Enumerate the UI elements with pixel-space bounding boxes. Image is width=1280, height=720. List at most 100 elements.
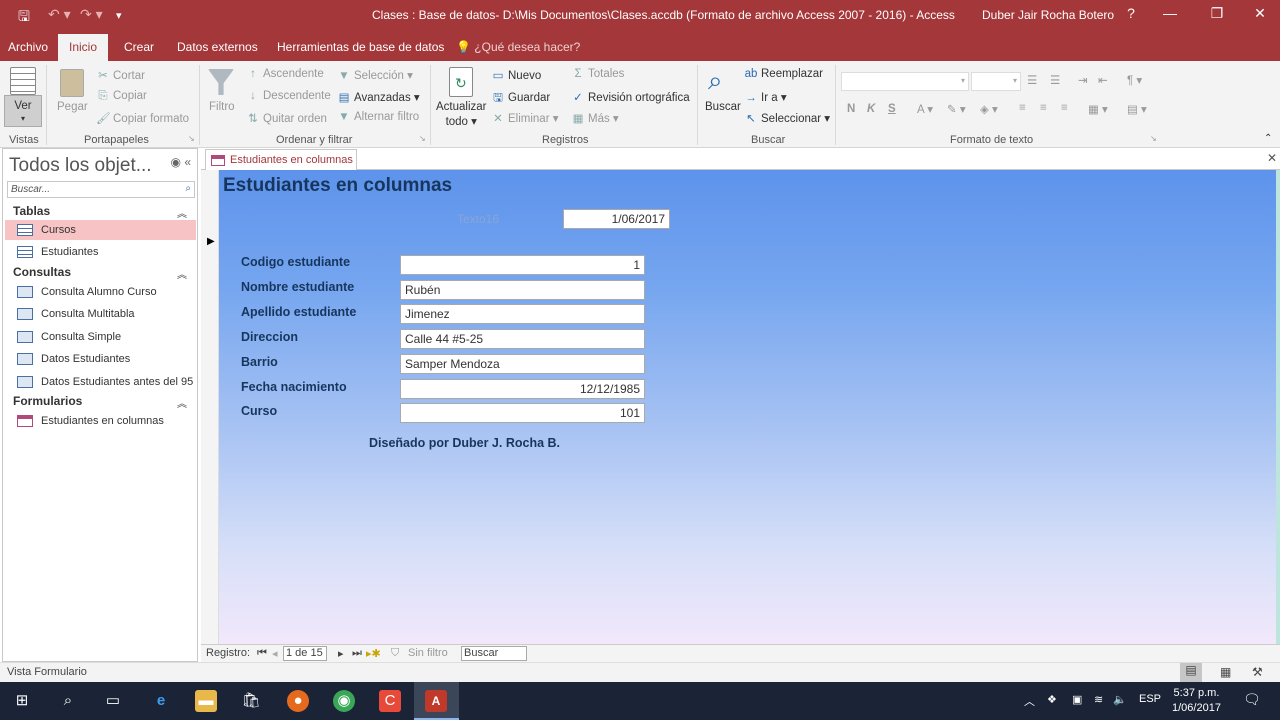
nav-collapse-icon[interactable]: «	[184, 155, 191, 169]
underline-button[interactable]: S	[888, 103, 896, 115]
quitar-orden-button[interactable]: ⇅ Quitar orden	[246, 111, 327, 125]
no-filter-label[interactable]: Sin filtro	[408, 647, 448, 659]
new-record-icon[interactable]: ▸✱	[366, 647, 381, 660]
record-search-input[interactable]: Buscar	[461, 646, 527, 661]
tab-datos-externos[interactable]: Datos externos	[177, 40, 258, 54]
restore-button[interactable]: ❐	[1202, 5, 1232, 22]
undo-icon[interactable]: ↶ ▾	[48, 6, 71, 23]
nombre-estudiante-field[interactable]: Rubén	[400, 280, 645, 300]
design-view-icon[interactable]: ⚒	[1252, 665, 1263, 679]
current-record-input[interactable]: 1 de 15	[283, 646, 327, 661]
nav-item-datos-estudiantes[interactable]: Datos Estudiantes	[5, 349, 196, 369]
eliminar-button[interactable]: ✕ Eliminar ▾	[491, 111, 558, 125]
save-icon[interactable]: 🖫	[18, 6, 30, 30]
last-record-icon[interactable]: ⏭	[352, 647, 362, 660]
codigo-estudiante-field[interactable]: 1	[400, 255, 645, 275]
actualizar-todo-button[interactable]: Actualizar todo ▾	[436, 100, 487, 130]
nav-item-cursos[interactable]: Cursos	[5, 220, 196, 240]
gridlines-icon[interactable]: ▦ ▾	[1088, 102, 1108, 116]
volume-icon[interactable]: 🔈	[1113, 693, 1127, 706]
access-icon[interactable]: A	[425, 690, 447, 712]
nav-menu-icon[interactable]: ◉	[170, 155, 180, 169]
indent-icon[interactable]: ⇥	[1078, 73, 1088, 87]
chevron-up-icon[interactable]: ︽	[177, 266, 187, 281]
align-left-icon[interactable]: ≡	[1019, 102, 1026, 114]
record-selector[interactable]: ▶	[201, 170, 219, 644]
ascendente-button[interactable]: ↑ Ascendente	[246, 68, 324, 80]
paragraph-icon[interactable]: ¶ ▾	[1127, 73, 1142, 87]
seleccionar-button[interactable]: ↖ Seleccionar ▾	[744, 111, 830, 125]
fill-color-icon[interactable]: ◈ ▾	[980, 102, 998, 116]
alternar-filtro-button[interactable]: ▼ Alternar filtro	[337, 111, 419, 123]
form-view-icon[interactable]: ▤	[1180, 663, 1202, 682]
notifications-icon[interactable]: 🗨	[1243, 691, 1261, 708]
totales-button[interactable]: Σ Totales	[571, 68, 624, 80]
descendente-button[interactable]: ↓ Descendente	[246, 90, 331, 102]
revision-button[interactable]: ✓ Revisión ortográfica	[571, 90, 689, 104]
store-icon[interactable]: 🛍	[240, 690, 262, 712]
buscar-button[interactable]: Buscar	[705, 101, 741, 113]
file-explorer-icon[interactable]: ▬	[195, 690, 217, 712]
nav-search-input[interactable]: Buscar... ⌕	[7, 181, 195, 198]
font-size-select[interactable]: ▾	[971, 72, 1021, 91]
curso-field[interactable]: 101	[400, 403, 645, 423]
ver-button[interactable]: Ver ▾	[4, 95, 42, 127]
nav-item-consulta-simple[interactable]: Consulta Simple	[5, 327, 196, 347]
wifi-icon[interactable]: ≋	[1094, 693, 1103, 706]
chrome-icon[interactable]: ◉	[333, 690, 355, 712]
direccion-field[interactable]: Calle 44 #5-25	[400, 329, 645, 349]
alt-row-color-icon[interactable]: ▤ ▾	[1127, 102, 1147, 116]
prev-record-icon[interactable]: ◂	[272, 647, 278, 660]
form-scrollbar[interactable]	[1276, 170, 1280, 644]
highlight-icon[interactable]: ✎ ▾	[947, 102, 966, 116]
windows-start-icon[interactable]: ⊞	[11, 690, 33, 712]
ir-a-button[interactable]: → Ir a ▾	[744, 90, 786, 104]
tell-me-box[interactable]: 💡 ¿Qué desea hacer?	[456, 40, 580, 54]
date-field[interactable]: 1/06/2017	[563, 209, 670, 229]
nav-section-formularios[interactable]: Formularios	[13, 394, 82, 408]
help-button[interactable]: ?	[1116, 5, 1146, 21]
customize-toolbar-icon[interactable]: ▾	[116, 9, 122, 22]
first-record-icon[interactable]: ⏮	[257, 647, 267, 660]
seleccion-button[interactable]: ▼ Selección ▾	[337, 68, 413, 82]
nuevo-button[interactable]: ▭ Nuevo	[491, 68, 542, 82]
cortar-button[interactable]: ✂ Cortar	[96, 68, 145, 82]
show-hidden-icons[interactable]: ︿	[1024, 693, 1035, 709]
dialog-launcher-icon[interactable]: ↘	[188, 134, 195, 143]
guardar-button[interactable]: 🖫 Guardar	[491, 90, 550, 109]
ccleaner-icon[interactable]: C	[379, 690, 401, 712]
user-name[interactable]: Duber Jair Rocha Botero	[982, 8, 1114, 22]
search-icon[interactable]: ⌕	[185, 183, 191, 194]
collapse-ribbon-icon[interactable]: ⌃	[1264, 133, 1272, 144]
align-right-icon[interactable]: ≡	[1061, 102, 1068, 114]
redo-icon[interactable]: ↷ ▾	[80, 6, 103, 23]
firefox-icon[interactable]: ●	[287, 690, 309, 712]
nav-title[interactable]: Todos los objet...	[9, 155, 152, 177]
next-record-icon[interactable]: ▸	[338, 647, 344, 660]
nav-section-tablas[interactable]: Tablas	[13, 204, 50, 218]
chevron-up-icon[interactable]: ︽	[177, 205, 187, 220]
layout-view-icon[interactable]: ▦	[1220, 665, 1231, 679]
clock[interactable]: 5:37 p.m. 1/06/2017	[1172, 686, 1221, 716]
minimize-button[interactable]: —	[1155, 5, 1185, 21]
barrio-field[interactable]: Samper Mendoza	[400, 354, 645, 374]
task-view-icon[interactable]: ▭	[102, 690, 124, 712]
reemplazar-button[interactable]: ab Reemplazar	[744, 68, 823, 80]
italic-button[interactable]: K	[867, 103, 875, 115]
nav-item-consulta-multitabla[interactable]: Consulta Multitabla	[5, 304, 196, 324]
chevron-up-icon[interactable]: ︽	[177, 395, 187, 410]
font-color-icon[interactable]: A ▾	[917, 102, 933, 116]
font-name-select[interactable]: ▾	[841, 72, 969, 91]
network-icon[interactable]: ▣	[1072, 693, 1082, 706]
tab-archivo[interactable]: Archivo	[8, 40, 48, 54]
avanzadas-button[interactable]: ▤ Avanzadas ▾	[337, 90, 420, 104]
dropbox-icon[interactable]: ❖	[1047, 693, 1057, 706]
numbering-icon[interactable]: ☰	[1050, 73, 1060, 87]
nav-item-datos-estudiantes-95[interactable]: Datos Estudiantes antes del 95	[5, 372, 196, 392]
edge-icon[interactable]: e	[150, 690, 172, 712]
bullets-icon[interactable]: ☰	[1027, 73, 1037, 87]
search-icon[interactable]: ⌕	[57, 690, 79, 712]
close-icon[interactable]: ✕	[1267, 151, 1277, 165]
nav-item-consulta-alumno-curso[interactable]: Consulta Alumno Curso	[5, 282, 196, 302]
mas-button[interactable]: ▦ Más ▾	[571, 111, 619, 125]
